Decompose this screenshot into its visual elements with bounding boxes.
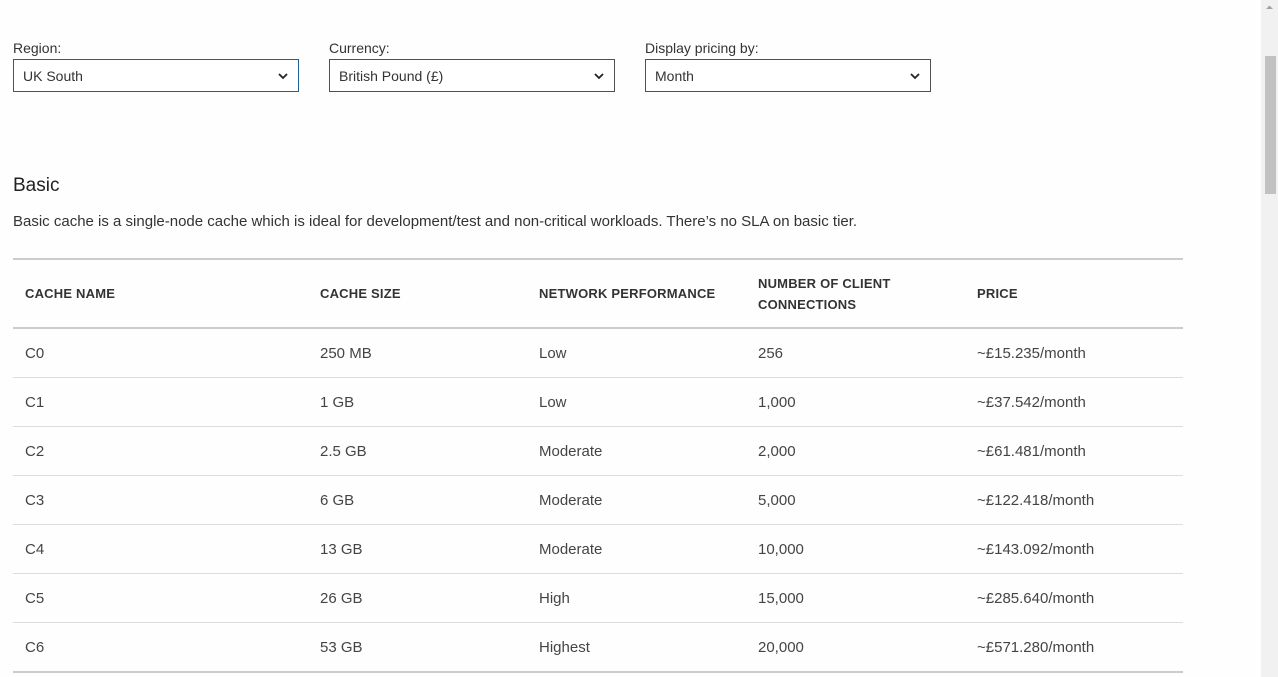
scroll-up-arrow-icon[interactable]: [1265, 3, 1274, 12]
cell-client-connections: 256: [746, 328, 965, 378]
cell-price: ~£61.481/month: [965, 426, 1183, 476]
section-title: Basic: [13, 175, 60, 196]
header-client-connections: NUMBER OF CLIENT CONNECTIONS: [746, 259, 965, 329]
region-label: Region:: [13, 40, 62, 56]
header-network-performance: NETWORK PERFORMANCE: [527, 259, 746, 329]
currency-filter: Currency: British Pound (£): [329, 40, 615, 92]
display-pricing-select-value: Month: [655, 67, 694, 84]
table-row: C1 1 GB Low 1,000 ~£37.542/month: [13, 377, 1183, 427]
chevron-down-icon: [277, 70, 289, 82]
cell-price: ~£15.235/month: [965, 328, 1183, 378]
scrollbar-thumb[interactable]: [1265, 56, 1276, 194]
cell-price: ~£122.418/month: [965, 475, 1183, 525]
cell-cache-name: C3: [13, 475, 308, 525]
cell-network-performance: Moderate: [527, 475, 746, 525]
cell-cache-name: C4: [13, 524, 308, 574]
table-row: C6 53 GB Highest 20,000 ~£571.280/month: [13, 622, 1183, 673]
table-row: C0 250 MB Low 256 ~£15.235/month: [13, 328, 1183, 378]
cell-network-performance: Highest: [527, 622, 746, 673]
table-row: C3 6 GB Moderate 5,000 ~£122.418/month: [13, 475, 1183, 525]
cell-client-connections: 10,000: [746, 524, 965, 574]
table-header-row: CACHE NAME CACHE SIZE NETWORK PERFORMANC…: [13, 259, 1183, 329]
chevron-down-icon: [593, 70, 605, 82]
currency-select-value: British Pound (£): [339, 67, 444, 84]
cell-price: ~£571.280/month: [965, 622, 1183, 673]
chevron-down-icon: [909, 70, 921, 82]
currency-select[interactable]: British Pound (£): [329, 59, 615, 92]
cell-price: ~£37.542/month: [965, 377, 1183, 427]
table-row: C5 26 GB High 15,000 ~£285.640/month: [13, 573, 1183, 623]
cell-client-connections: 20,000: [746, 622, 965, 673]
currency-label: Currency:: [329, 40, 390, 56]
display-pricing-select[interactable]: Month: [645, 59, 931, 92]
cell-cache-name: C5: [13, 573, 308, 623]
header-price: PRICE: [965, 259, 1183, 329]
header-cache-size: CACHE SIZE: [308, 259, 527, 329]
cell-price: ~£285.640/month: [965, 573, 1183, 623]
cell-client-connections: 1,000: [746, 377, 965, 427]
pricing-table: CACHE NAME CACHE SIZE NETWORK PERFORMANC…: [13, 258, 1183, 673]
cell-network-performance: Moderate: [527, 426, 746, 476]
cell-cache-size: 53 GB: [308, 622, 527, 673]
cell-cache-size: 13 GB: [308, 524, 527, 574]
region-select[interactable]: UK South: [13, 59, 299, 92]
cell-cache-name: C2: [13, 426, 308, 476]
cell-client-connections: 15,000: [746, 573, 965, 623]
cell-cache-name: C0: [13, 328, 308, 378]
cell-client-connections: 2,000: [746, 426, 965, 476]
cell-network-performance: High: [527, 573, 746, 623]
section-description: Basic cache is a single-node cache which…: [13, 213, 858, 230]
cell-cache-size: 250 MB: [308, 328, 527, 378]
cell-cache-size: 6 GB: [308, 475, 527, 525]
display-pricing-filter: Display pricing by: Month: [645, 40, 931, 92]
pricing-page: Region: UK South Currency: British Pound…: [0, 0, 1278, 677]
cell-cache-size: 1 GB: [308, 377, 527, 427]
table-row: C4 13 GB Moderate 10,000 ~£143.092/month: [13, 524, 1183, 574]
display-pricing-label: Display pricing by:: [645, 40, 759, 56]
table-row: C2 2.5 GB Moderate 2,000 ~£61.481/month: [13, 426, 1183, 476]
region-filter: Region: UK South: [13, 40, 299, 92]
cell-cache-name: C1: [13, 377, 308, 427]
cell-cache-name: C6: [13, 622, 308, 673]
cell-network-performance: Low: [527, 328, 746, 378]
cell-price: ~£143.092/month: [965, 524, 1183, 574]
region-select-value: UK South: [23, 67, 83, 84]
cell-cache-size: 26 GB: [308, 573, 527, 623]
cell-cache-size: 2.5 GB: [308, 426, 527, 476]
cell-network-performance: Moderate: [527, 524, 746, 574]
cell-network-performance: Low: [527, 377, 746, 427]
cell-client-connections: 5,000: [746, 475, 965, 525]
header-cache-name: CACHE NAME: [13, 259, 308, 329]
vertical-scrollbar[interactable]: [1261, 0, 1278, 677]
pricing-filters: Region: UK South Currency: British Pound…: [13, 40, 931, 92]
